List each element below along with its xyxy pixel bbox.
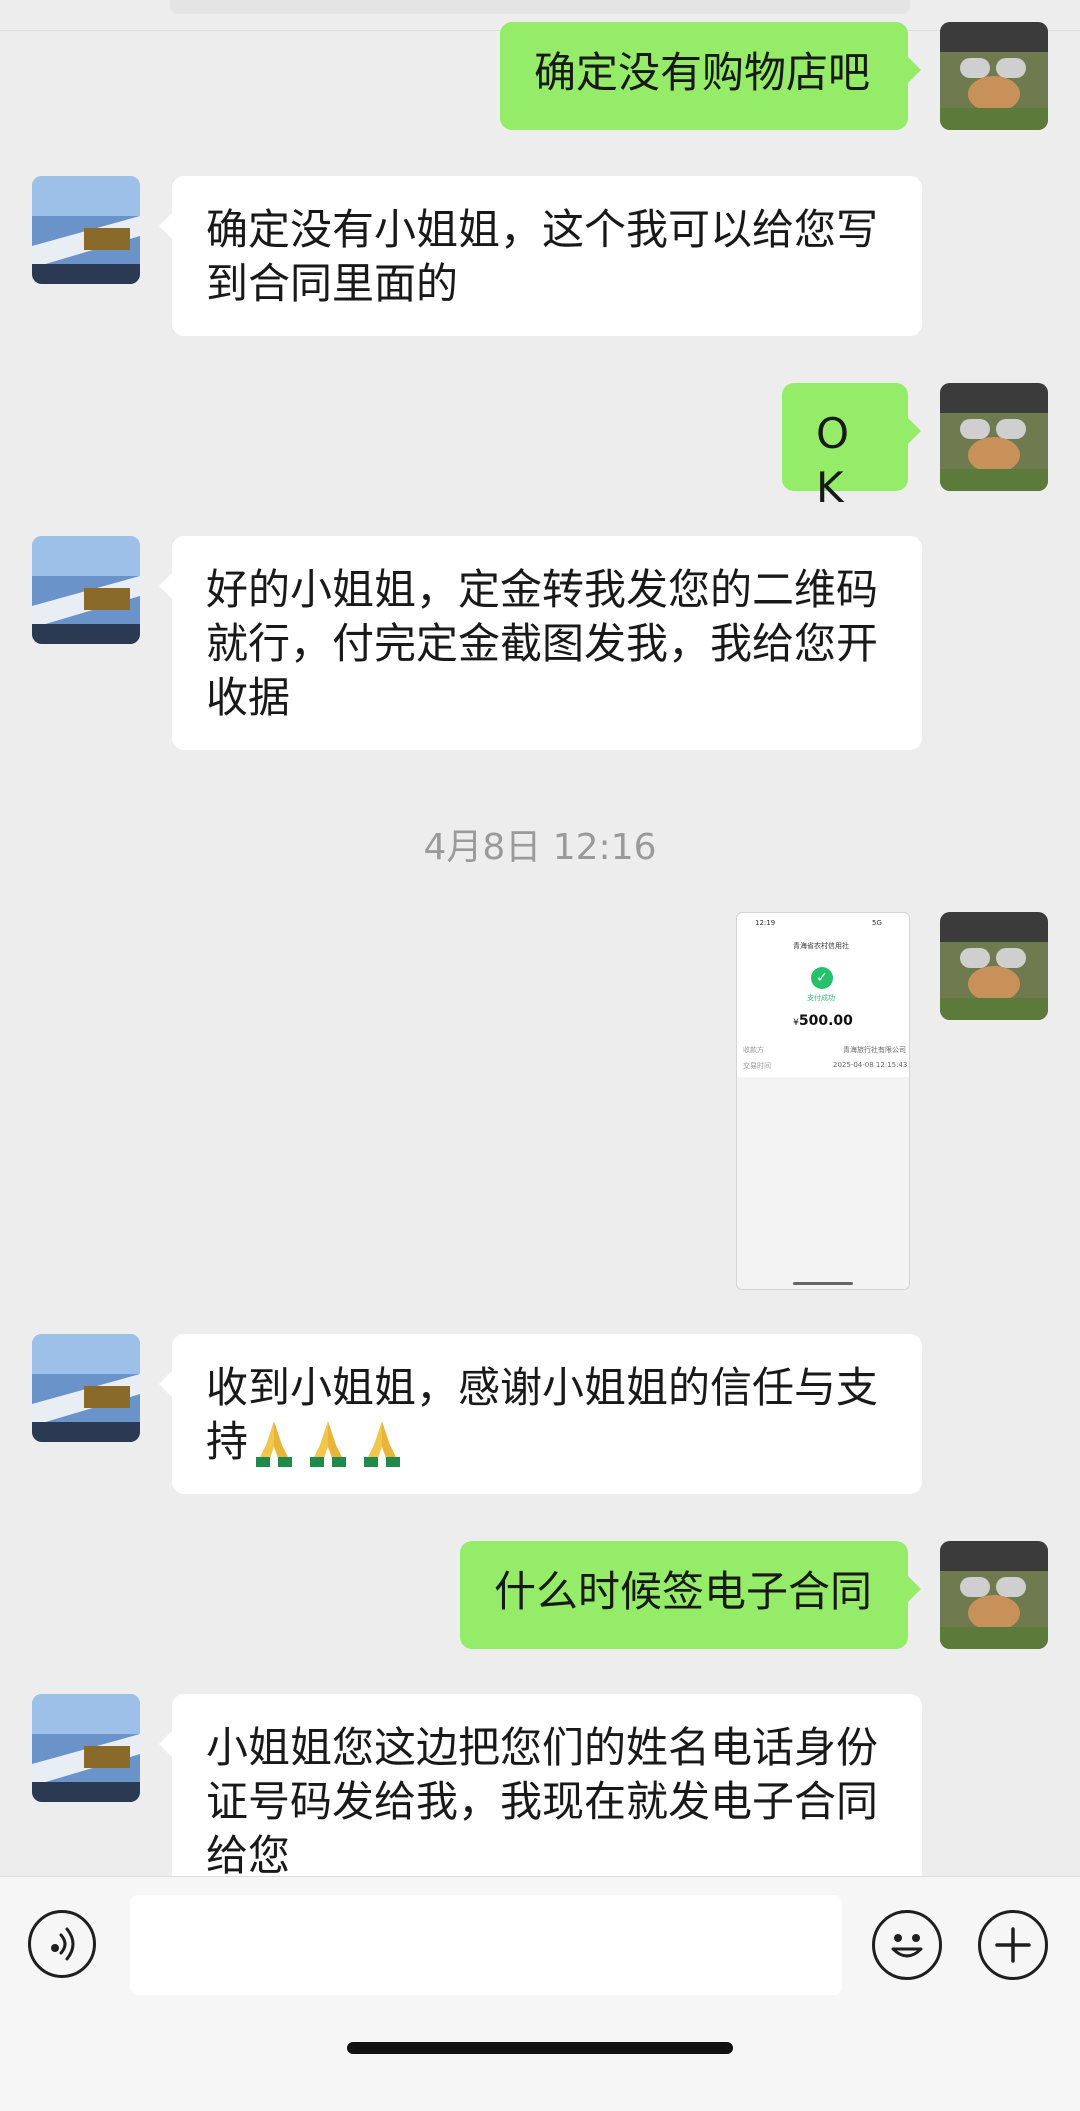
incoming-message[interactable]: 收到小姐姐，感谢小姐姐的信任与支持 [159,1334,922,1494]
contact-avatar[interactable] [32,176,140,284]
success-check-icon: ✓ [811,967,833,989]
screenshot-carrier: 5G [872,919,882,927]
payment-amount: ¥500.00 [737,1013,909,1029]
emoji-button[interactable] [872,1910,942,1980]
voice-button[interactable] [28,1910,96,1978]
folded-hands-icon [256,1421,293,1467]
screenshot-title: 青海省农村信用社 [793,942,849,950]
payment-screenshot-image[interactable]: 12:19 5G 青海省农村信用社 ✓ 支付成功 ¥500.00 收款方 青海旅… [736,912,910,1290]
self-avatar[interactable] [940,22,1048,130]
payee-value: 青海旅行社有限公司 [843,1046,906,1054]
input-bar [0,1876,1080,2111]
outgoing-message[interactable]: 什么时候签电子合同 [460,1541,921,1649]
outgoing-message[interactable]: OK [782,383,921,512]
outgoing-message[interactable]: 确定没有购物店吧 [500,22,921,130]
message-text: OK [816,409,850,512]
incoming-message[interactable]: 确定没有小姐姐，这个我可以给您写到合同里面的 [159,176,922,336]
incoming-message[interactable]: 好的小姐姐，定金转我发您的二维码就行，付完定金截图发我，我给您开收据 [159,536,922,750]
contact-avatar[interactable] [32,1694,140,1802]
message-timestamp: 4月8日 12:16 [423,827,657,868]
message-text: 好的小姐姐，定金转我发您的二维码就行，付完定金截图发我，我给您开收据 [206,565,879,722]
time-value: 2025-04-08 12:15:43 [833,1061,908,1069]
payee-label: 收款方 [743,1046,764,1054]
folded-hands-icon [310,1421,347,1467]
home-indicator[interactable] [347,2042,733,2054]
contact-avatar[interactable] [32,1334,140,1442]
message-text: 什么时候签电子合同 [494,1567,873,1616]
screenshot-home-indicator [793,1282,853,1285]
time-label: 交易时间 [743,1062,771,1070]
voice-icon [51,1927,75,1961]
contact-avatar[interactable] [32,536,140,644]
more-button[interactable] [978,1910,1048,1980]
screenshot-status-time: 12:19 [755,919,776,927]
amount-value: 500.00 [798,1013,853,1029]
folded-hands-icon [364,1421,401,1467]
screenshot-header: 12:19 5G 青海省农村信用社 ✓ 支付成功 ¥500.00 收款方 青海旅… [737,913,909,1077]
self-avatar[interactable] [940,383,1048,491]
payment-status: 支付成功 [807,994,835,1002]
message-text: 小姐姐您这边把您们的姓名电话身份证号码发给我，我现在就发电子合同给您 [206,1723,879,1876]
message-text: 确定没有购物店吧 [534,48,871,97]
emoji-icon [891,1934,923,1958]
plus-icon [995,1927,1031,1963]
self-avatar[interactable] [940,912,1048,1020]
message-input[interactable] [130,1895,842,1995]
self-avatar[interactable] [940,1541,1048,1649]
incoming-message[interactable]: 小姐姐您这边把您们的姓名电话身份证号码发给我，我现在就发电子合同给您 [159,1694,922,1876]
emoji-group [248,1417,410,1472]
message-text: 确定没有小姐姐，这个我可以给您写到合同里面的 [206,205,879,308]
chat-area[interactable]: 确定没有购物店吧 确定没有小姐姐，这个我可以给您写到合同里面的 OK 好的小姐姐… [0,0,1080,1876]
